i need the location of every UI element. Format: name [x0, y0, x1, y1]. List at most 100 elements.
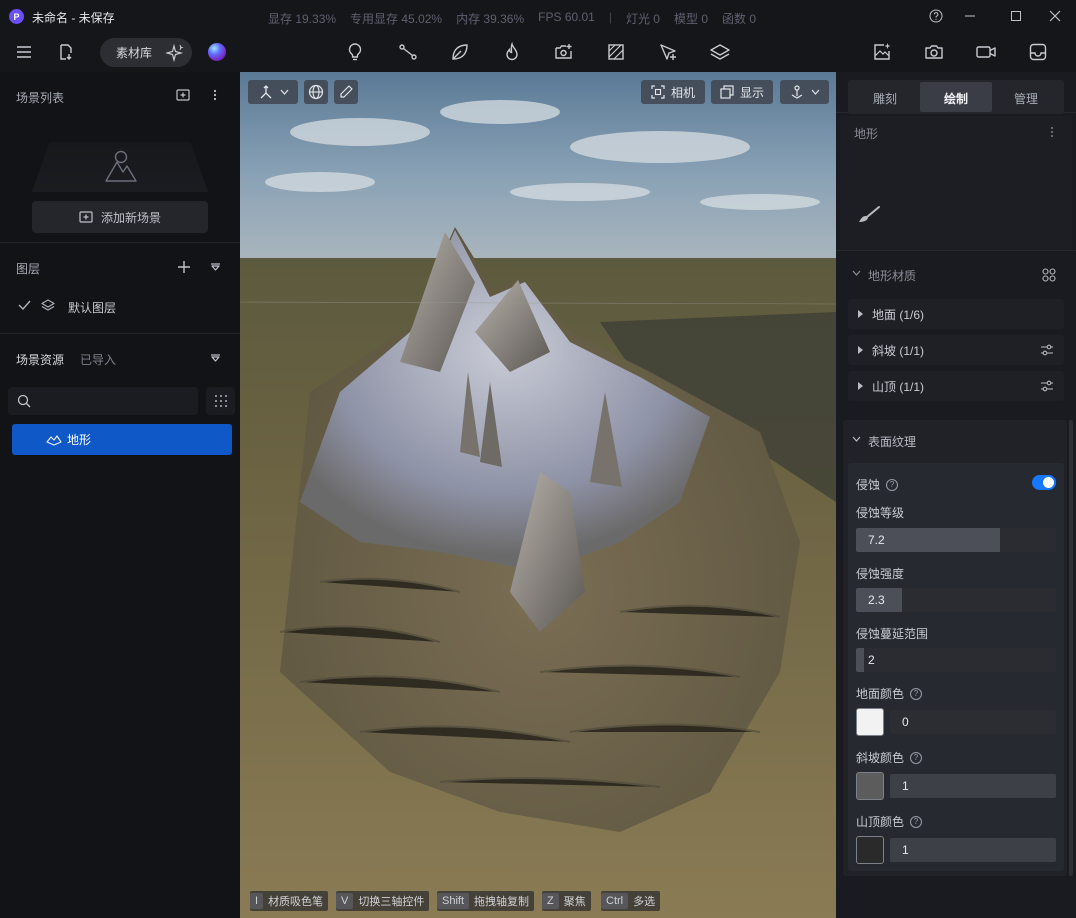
search-icon — [17, 394, 31, 408]
globe-button[interactable] — [304, 80, 328, 104]
leaf-icon[interactable] — [449, 41, 471, 63]
terrain-section-title: 地形 — [854, 127, 879, 141]
video-icon[interactable] — [975, 41, 997, 63]
scene-assets-tab[interactable]: 场景资源 — [16, 351, 64, 368]
display-button-label: 显示 — [739, 85, 764, 100]
spline-icon[interactable] — [397, 41, 419, 63]
imported-tab[interactable]: 已导入 — [80, 351, 116, 368]
material-peak-label: 山顶 (1/1) — [872, 379, 925, 394]
axis-icon — [258, 84, 274, 100]
add-new-scene-label: 添加新场景 — [100, 210, 161, 225]
hint-key: I — [250, 893, 264, 909]
inbox-icon[interactable] — [1027, 41, 1049, 63]
sliders-icon[interactable] — [1040, 344, 1054, 356]
mode-sculpt-tab[interactable]: 雕刻 — [873, 90, 897, 107]
scene-more-icon[interactable] — [212, 89, 218, 101]
terrain-icon — [46, 434, 62, 446]
peak-color-swatch[interactable] — [856, 836, 884, 864]
mode-manage-tab[interactable]: 管理 — [1014, 90, 1038, 107]
stat-functions: 函数 0 — [722, 12, 757, 26]
material-orb-icon[interactable] — [208, 43, 226, 61]
3d-viewport[interactable]: 相机 显示 I 材质吸色笔 V 切换三轴控件 Shift 拖拽轴复制 Z 聚焦 … — [240, 72, 836, 918]
sparkle-icon[interactable] — [166, 44, 184, 62]
eyedropper-button[interactable] — [334, 80, 358, 104]
left-panel: 场景列表 添加新场景 图层 默认图层 场景资源 已导入 地形 — [0, 72, 240, 918]
document-title: 未命名 - 未保存 — [32, 11, 115, 25]
material-ground-row[interactable]: 地面 (1/6) — [848, 299, 1064, 329]
caret-right-icon — [858, 382, 863, 390]
import-file-icon[interactable] — [55, 41, 77, 63]
material-collapse-icon[interactable] — [852, 270, 861, 276]
asset-search-input[interactable] — [8, 387, 198, 415]
fire-icon[interactable] — [501, 41, 523, 63]
chevron-down-icon — [280, 89, 289, 95]
anchor-dropdown[interactable] — [780, 80, 829, 104]
camera-add-icon[interactable] — [553, 41, 575, 63]
add-scene-button-icon — [79, 211, 93, 223]
cursor-add-icon[interactable] — [657, 41, 679, 63]
ground-color-swatch[interactable] — [856, 708, 884, 736]
help-icon[interactable] — [928, 8, 944, 24]
sliders-icon[interactable] — [1040, 380, 1054, 392]
add-layer-icon[interactable] — [177, 260, 191, 274]
material-slope-label: 斜坡 (1/1) — [872, 343, 925, 358]
shortcut-hint: Z 聚焦 — [542, 891, 591, 911]
erosion-level-label: 侵蚀等级 — [856, 506, 905, 520]
mode-paint-tab[interactable]: 绘制 — [944, 90, 968, 107]
material-slope-row[interactable]: 斜坡 (1/1) — [848, 335, 1064, 365]
asset-item-terrain[interactable]: 地形 — [12, 424, 232, 455]
camera-icon[interactable] — [923, 41, 945, 63]
slope-color-swatch[interactable] — [856, 772, 884, 800]
help-circle-icon[interactable]: ? — [910, 815, 923, 828]
peak-color-input[interactable]: 1 — [890, 838, 1056, 862]
bulb-icon[interactable] — [344, 41, 366, 63]
right-panel-scrollbar[interactable] — [1069, 420, 1073, 876]
material-peak-row[interactable]: 山顶 (1/1) — [848, 371, 1064, 401]
stat-lights: 灯光 0 — [625, 12, 660, 26]
material-library-button[interactable]: 素材库 — [100, 38, 192, 67]
slider-fill — [856, 648, 864, 672]
menu-icon[interactable] — [13, 41, 35, 63]
ground-color-label-text: 地面颜色 — [856, 687, 905, 701]
transform-gizmo-dropdown[interactable] — [248, 80, 298, 104]
perf-stats: 显存 19.33% 专用显存 45.02% 内存 39.36% FPS 60.0… — [268, 10, 756, 27]
minimize-button[interactable] — [962, 8, 978, 24]
display-button[interactable]: 显示 — [711, 80, 773, 104]
camera-button[interactable]: 相机 — [641, 80, 705, 104]
help-circle-icon[interactable]: ? — [910, 751, 923, 764]
erosion-spread-value: 2 — [868, 653, 875, 667]
help-circle-icon[interactable]: ? — [886, 478, 899, 491]
erosion-label-text: 侵蚀 — [856, 478, 881, 492]
grid-view-button[interactable] — [206, 387, 235, 415]
erosion-toggle[interactable] — [1032, 475, 1056, 490]
layers-icon[interactable] — [709, 41, 731, 63]
ground-color-input[interactable]: 0 — [890, 710, 1056, 734]
image-magic-icon[interactable] — [871, 41, 893, 63]
maximize-button[interactable] — [1008, 8, 1024, 24]
erosion-strength-slider[interactable]: 2.3 — [856, 588, 1056, 612]
slope-color-label-text: 斜坡颜色 — [856, 751, 905, 765]
hint-text: 拖拽轴复制 — [474, 896, 530, 908]
slope-color-input[interactable]: 1 — [890, 774, 1056, 798]
erosion-level-slider[interactable]: 7.2 — [856, 528, 1056, 552]
layer-visible-check-icon[interactable] — [18, 300, 31, 310]
help-circle-icon[interactable]: ? — [910, 687, 923, 700]
hint-key: Ctrl — [601, 893, 629, 909]
terrain-more-icon[interactable] — [1050, 126, 1054, 138]
close-button[interactable] — [1047, 8, 1063, 24]
assets-collapse-icon[interactable] — [210, 354, 221, 362]
app-logo: P — [9, 9, 24, 24]
erosion-spread-slider[interactable]: 2 — [856, 648, 1056, 672]
erosion-strength-value: 2.3 — [868, 593, 885, 607]
brush-icon[interactable] — [857, 205, 881, 225]
material-grid-icon[interactable] — [1042, 268, 1056, 282]
texture-collapse-icon[interactable] — [852, 436, 861, 442]
add-new-scene-button[interactable]: 添加新场景 — [32, 201, 208, 233]
default-layer-label[interactable]: 默认图层 — [68, 299, 116, 316]
add-scene-icon[interactable] — [176, 89, 190, 101]
terrain-render — [240, 72, 836, 918]
hatch-icon[interactable] — [605, 41, 627, 63]
layers-collapse-icon[interactable] — [210, 263, 221, 271]
display-layers-icon — [720, 85, 734, 99]
toggle-knob — [1043, 477, 1054, 488]
